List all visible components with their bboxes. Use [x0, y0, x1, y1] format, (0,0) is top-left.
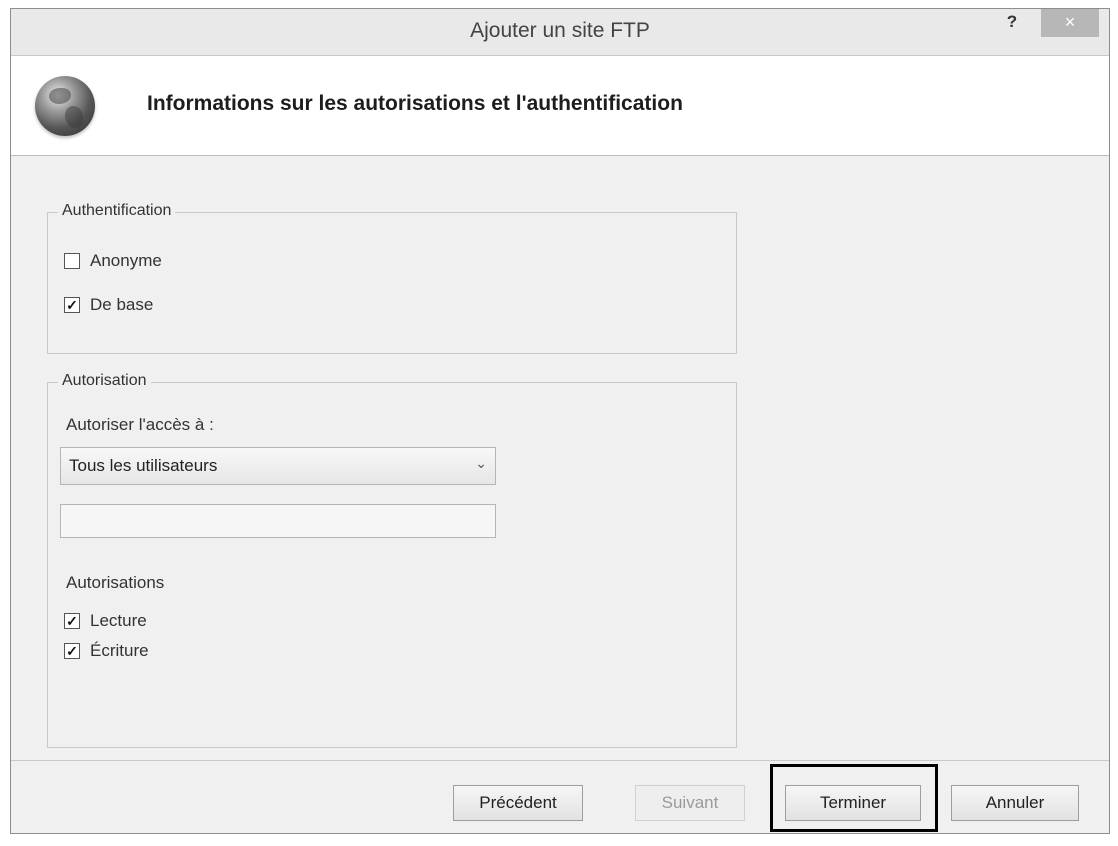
page-heading: Informations sur les autorisations et l'…	[147, 92, 683, 115]
authorization-legend: Autorisation	[58, 372, 151, 390]
allow-access-value: Tous les utilisateurs	[69, 456, 218, 475]
authentication-group: Authentification Anonyme ✓ De base	[47, 202, 737, 354]
read-option[interactable]: ✓ Lecture	[64, 611, 147, 631]
write-checkbox[interactable]: ✓	[64, 643, 80, 659]
write-label: Écriture	[90, 641, 149, 660]
chevron-down-icon: ⌄	[475, 455, 487, 471]
authentication-legend: Authentification	[58, 202, 176, 220]
title-bar: Ajouter un site FTP ? ×	[11, 9, 1109, 56]
close-button[interactable]: ×	[1041, 9, 1099, 37]
read-checkbox[interactable]: ✓	[64, 613, 80, 629]
cancel-button[interactable]: Annuler	[951, 785, 1079, 821]
finish-highlight-frame	[770, 764, 938, 832]
allow-access-label: Autoriser l'accès à :	[66, 415, 214, 434]
next-button[interactable]: Suivant	[635, 785, 745, 821]
basic-checkbox[interactable]: ✓	[64, 297, 80, 313]
allow-access-dropdown[interactable]: Tous les utilisateurs ⌄	[60, 447, 496, 485]
header-banner: Informations sur les autorisations et l'…	[11, 56, 1109, 156]
write-option[interactable]: ✓ Écriture	[64, 641, 149, 661]
globe-icon	[35, 76, 95, 136]
dialog-content: Authentification Anonyme ✓ De base Autor…	[11, 156, 1109, 761]
window-title: Ajouter un site FTP	[470, 19, 650, 42]
permissions-label: Autorisations	[66, 573, 165, 592]
previous-button[interactable]: Précédent	[453, 785, 583, 821]
user-field[interactable]	[60, 504, 496, 538]
basic-label: De base	[90, 295, 154, 314]
dialog-footer: Précédent Suivant Terminer Annuler	[11, 760, 1109, 833]
anonymous-option[interactable]: Anonyme	[64, 251, 162, 271]
help-button[interactable]: ?	[999, 11, 1025, 35]
add-ftp-site-dialog: Ajouter un site FTP ? × Informations sur…	[10, 8, 1110, 834]
anonymous-label: Anonyme	[90, 251, 162, 270]
basic-option[interactable]: ✓ De base	[64, 295, 153, 315]
authorization-group: Autorisation Autoriser l'accès à : Tous …	[47, 372, 737, 748]
anonymous-checkbox[interactable]	[64, 253, 80, 269]
read-label: Lecture	[90, 611, 147, 630]
